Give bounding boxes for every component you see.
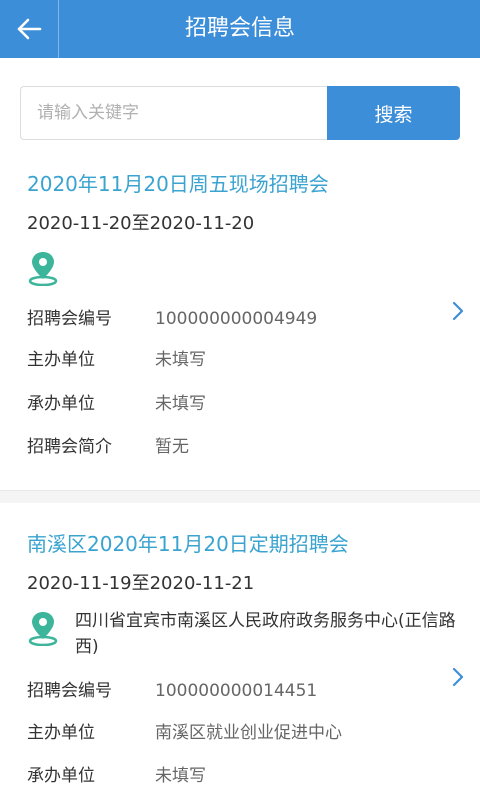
- field-value: 未填写: [155, 394, 206, 414]
- jobfair-title[interactable]: 2020年11月20日周五现场招聘会: [27, 168, 329, 197]
- chevron-right-icon[interactable]: [450, 300, 466, 322]
- field-row: 招聘会编号 100000000014451: [27, 676, 318, 701]
- jobfair-date-range: 2020-11-19至2020-11-21: [27, 573, 255, 594]
- jobfair-title[interactable]: 南溪区2020年11月20日定期招聘会: [27, 528, 349, 557]
- field-label: 招聘会简介: [27, 437, 112, 457]
- jobfair-location: 四川省宜宾市南溪区人民政府政务服务中心(正信路西): [75, 611, 456, 657]
- top-bar: 招聘会信息: [0, 0, 480, 58]
- field-label: 招聘会编号: [27, 309, 112, 329]
- page-title: 招聘会信息: [184, 16, 295, 41]
- map-pin-icon: [28, 252, 58, 286]
- jobfair-date-range: 2020-11-20至2020-11-20: [27, 213, 255, 234]
- field-value: 100000000014451: [155, 681, 318, 701]
- field-value: 未填写: [155, 766, 206, 786]
- field-row: 主办单位 南溪区就业创业促进中心: [27, 718, 342, 743]
- field-label: 主办单位: [27, 723, 95, 743]
- search-input[interactable]: [20, 86, 327, 140]
- field-value: 未填写: [155, 350, 206, 370]
- field-row: 主办单位 未填写: [27, 345, 206, 370]
- map-pin-icon: [28, 612, 58, 646]
- jobfair-card[interactable]: 2020年11月20日周五现场招聘会 2020-11-20至2020-11-20…: [0, 160, 480, 490]
- field-row: 承办单位 未填写: [27, 761, 206, 786]
- field-label: 承办单位: [27, 394, 95, 414]
- search-button[interactable]: 搜索: [327, 86, 460, 140]
- field-label: 主办单位: [27, 350, 95, 370]
- jobfair-card[interactable]: 南溪区2020年11月20日定期招聘会 2020-11-19至2020-11-2…: [0, 502, 480, 802]
- field-label: 招聘会编号: [27, 681, 112, 701]
- field-row: 承办单位 未填写: [27, 389, 206, 414]
- field-value: 南溪区就业创业促进中心: [155, 723, 342, 743]
- field-value: 100000000004949: [155, 309, 318, 329]
- chevron-right-icon[interactable]: [450, 666, 466, 688]
- search-bar: 搜索: [20, 86, 460, 142]
- field-row: 招聘会编号 100000000004949: [27, 304, 318, 329]
- field-value: 暂无: [155, 437, 189, 457]
- field-label: 承办单位: [27, 766, 95, 786]
- field-row: 招聘会简介 暂无: [27, 432, 189, 457]
